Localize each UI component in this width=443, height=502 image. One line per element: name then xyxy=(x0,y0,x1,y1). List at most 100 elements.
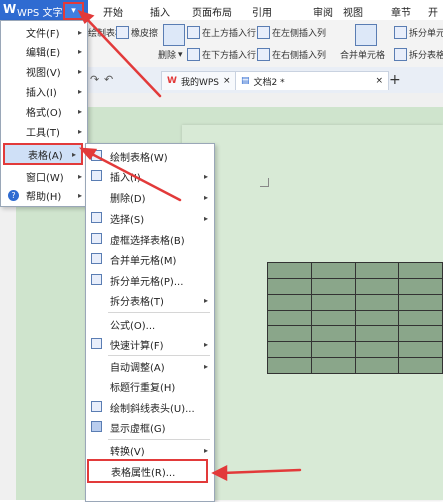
submenu-item-label: 拆分表格(T) xyxy=(110,296,164,308)
submenu-item-label: 插入(I) xyxy=(110,172,141,184)
split-cells-button[interactable]: 拆分单元格 xyxy=(394,26,443,39)
submenu-item-draw-table[interactable]: 绘制表格(W) xyxy=(86,146,214,166)
insert-icon xyxy=(91,170,102,181)
submenu-item-label: 标题行重复(H) xyxy=(110,382,176,394)
submenu-item-diagonal-header[interactable]: 绘制斜线表头(U)... xyxy=(86,397,214,417)
table-row xyxy=(267,325,443,343)
menu-item-insert[interactable]: 插入(I) ▸ xyxy=(1,82,87,100)
submenu-item-quick-calc[interactable]: 快速计算(F) ▸ xyxy=(86,334,214,354)
wps-tab-icon: W xyxy=(167,76,177,86)
tab-my-wps[interactable]: W 我的WPS × xyxy=(161,71,239,90)
chevron-right-icon: ▸ xyxy=(77,171,82,181)
insert-row-below-icon xyxy=(187,48,200,61)
tab-document2-label: 文档2 * xyxy=(253,77,285,88)
split-cells-icon xyxy=(394,26,407,39)
menu-dropdown-arrow-button[interactable]: ▾ xyxy=(63,2,84,20)
main-menu-dropdown: 文件(F) ▸ 编辑(E) ▸ 视图(V) ▸ 插入(I) ▸ 格式(O) ▸ … xyxy=(0,20,88,207)
menu-item-format[interactable]: 格式(O) ▸ xyxy=(1,102,87,120)
merge-cells-icon xyxy=(355,24,377,46)
chevron-right-icon: ▸ xyxy=(77,190,82,200)
submenu-item-select[interactable]: 选择(S) ▸ xyxy=(86,208,214,228)
menu-item-edit[interactable]: 编辑(E) ▸ xyxy=(1,42,87,60)
tab-page-layout[interactable]: 页面布局 xyxy=(192,4,232,19)
chevron-right-icon: ▸ xyxy=(203,445,208,455)
draw-table-icon xyxy=(91,150,102,161)
submenu-item-select-table-frame[interactable]: 虚框选择表格(B) xyxy=(86,229,214,249)
help-icon: ? xyxy=(8,189,19,201)
submenu-item-label: 合并单元格(M) xyxy=(110,255,177,267)
insert-row-above-button[interactable]: 在上方插入行 xyxy=(187,26,256,39)
submenu-item-merge-cells[interactable]: 合并单元格(M) xyxy=(86,249,214,269)
undo-icon[interactable]: ↶ xyxy=(104,73,113,86)
submenu-item-label: 自动调整(A) xyxy=(110,362,165,374)
menu-item-label: 视图(V) xyxy=(26,67,61,79)
submenu-item-label: 显示虚框(G) xyxy=(110,423,166,435)
eraser-icon xyxy=(116,26,129,39)
insert-col-right-icon xyxy=(257,48,270,61)
app-title: WPS 文字 xyxy=(17,8,63,19)
menu-item-window[interactable]: 窗口(W) ▸ xyxy=(1,167,87,185)
wps-logo-icon: W xyxy=(3,2,17,16)
submenu-item-show-gridlines[interactable]: 显示虚框(G) xyxy=(86,417,214,437)
menu-item-table[interactable]: 表格(A) ▸ xyxy=(3,143,83,165)
margin-corner-mark xyxy=(260,178,269,187)
table-row xyxy=(267,357,443,374)
menu-divider xyxy=(108,312,210,313)
document-table[interactable] xyxy=(267,262,443,374)
menu-item-tools[interactable]: 工具(T) ▸ xyxy=(1,122,87,140)
new-tab-button[interactable]: + xyxy=(389,72,401,88)
menu-item-help[interactable]: ? 帮助(H) ▸ xyxy=(1,186,87,204)
insert-row-below-button[interactable]: 在下方插入行 xyxy=(187,48,256,61)
table-row xyxy=(267,341,443,359)
delete-button[interactable]: 删除 ▾ xyxy=(158,48,183,62)
table-submenu: 绘制表格(W) 插入(I) ▸ 删除(D) ▸ 选择(S) ▸ 虚框选择表格(B… xyxy=(85,143,215,502)
tab-chapter[interactable]: 章节 xyxy=(391,4,411,19)
chevron-right-icon: ▸ xyxy=(77,106,82,116)
submenu-item-formula[interactable]: 公式(O)... xyxy=(86,314,214,334)
menu-item-label: 文件(F) xyxy=(26,28,60,40)
menu-item-label: 窗口(W) xyxy=(26,172,64,184)
tab-document2[interactable]: ▤ 文档2 * × xyxy=(235,71,389,90)
insert-row-below-label: 在下方插入行 xyxy=(202,51,257,61)
insert-col-left-button[interactable]: 在左侧插入列 xyxy=(257,26,326,39)
submenu-item-label: 公式(O)... xyxy=(110,320,156,332)
eraser-label: 橡皮擦 xyxy=(131,29,159,39)
tab-my-wps-label: 我的WPS xyxy=(180,77,219,88)
quick-calc-icon xyxy=(91,338,102,349)
submenu-item-repeat-header[interactable]: 标题行重复(H) xyxy=(86,376,214,396)
submenu-item-split-cells[interactable]: 拆分单元格(P)... xyxy=(86,270,214,290)
tab-review[interactable]: 审阅 xyxy=(313,4,333,19)
merge-cells-button[interactable]: 合并单元格 xyxy=(340,48,385,61)
tab-home[interactable]: 开始 xyxy=(103,4,123,19)
submenu-item-label: 删除(D) xyxy=(110,193,146,205)
insert-row-above-label: 在上方插入行 xyxy=(202,29,257,39)
close-icon[interactable]: × xyxy=(375,76,383,86)
submenu-item-split-table[interactable]: 拆分表格(T) ▸ xyxy=(86,290,214,310)
menu-item-label: 帮助(H) xyxy=(26,191,62,203)
submenu-item-autofit[interactable]: 自动调整(A) ▸ xyxy=(86,356,214,376)
submenu-item-convert[interactable]: 转换(V) ▸ xyxy=(86,440,214,460)
redo-icon[interactable]: ↷ xyxy=(90,73,99,86)
menu-item-view[interactable]: 视图(V) ▸ xyxy=(1,62,87,80)
chevron-right-icon: ▸ xyxy=(203,192,208,202)
chevron-right-icon: ▸ xyxy=(77,27,82,37)
eraser-button[interactable]: 橡皮擦 xyxy=(116,26,158,39)
table-row xyxy=(267,262,443,279)
split-table-button[interactable]: 拆分表格 xyxy=(394,48,443,61)
submenu-item-label: 快速计算(F) xyxy=(110,340,164,352)
submenu-item-label: 拆分单元格(P)... xyxy=(110,276,184,288)
delete-icon xyxy=(163,24,185,46)
tab-insert[interactable]: 插入 xyxy=(150,4,170,19)
submenu-item-insert[interactable]: 插入(I) ▸ xyxy=(86,166,214,186)
insert-col-right-button[interactable]: 在右侧插入列 xyxy=(257,48,326,61)
table-row xyxy=(267,277,443,295)
close-icon[interactable]: × xyxy=(223,76,231,86)
submenu-item-table-properties[interactable]: 表格属性(R)... xyxy=(87,459,208,483)
tab-references[interactable]: 引用 xyxy=(252,4,272,19)
menu-item-label: 格式(O) xyxy=(26,107,62,119)
submenu-item-delete[interactable]: 删除(D) ▸ xyxy=(86,187,214,207)
table-row xyxy=(267,293,443,311)
chevron-right-icon: ▸ xyxy=(77,66,82,76)
tab-view[interactable]: 视图 xyxy=(343,4,363,19)
menu-item-file[interactable]: 文件(F) ▸ xyxy=(1,23,87,41)
